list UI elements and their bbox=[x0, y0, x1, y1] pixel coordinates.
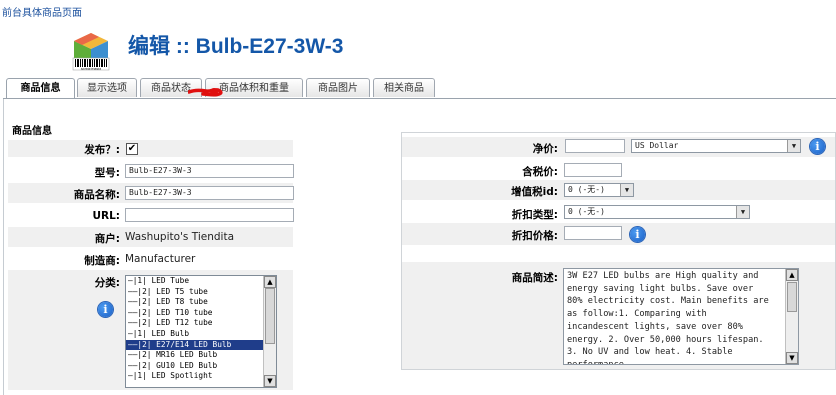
product-name-input[interactable]: Bulb-E27-3W-3 bbox=[125, 186, 294, 200]
category-option-selected[interactable]: ——|2| E27/E14 LED Bulb bbox=[126, 339, 276, 351]
breadcrumb-link[interactable]: 前台具体商品页面 bbox=[2, 4, 82, 19]
tax-id-select[interactable]: 0 (-无-) ▼ bbox=[564, 183, 634, 197]
red-annotation-mark bbox=[187, 86, 224, 97]
page-title: 编辑 :: Bulb-E27-3W-3 bbox=[128, 35, 344, 58]
category-scrollbar[interactable]: ▲ ▼ bbox=[263, 276, 276, 387]
published-checkbox[interactable]: ✔ bbox=[126, 143, 138, 155]
scroll-down-icon[interactable]: ▼ bbox=[786, 352, 798, 364]
scroll-up-icon[interactable]: ▲ bbox=[786, 269, 798, 281]
short-desc-textarea[interactable]: 3W E27 LED bulbs are High quality and en… bbox=[563, 268, 799, 365]
vendor-value: Washupito's Tiendita bbox=[125, 231, 234, 243]
manufacturer-value: Manufacturer bbox=[125, 253, 196, 265]
info-icon[interactable]: i bbox=[810, 139, 825, 154]
currency-value: US Dollar bbox=[635, 141, 679, 150]
url-label: URL: bbox=[92, 210, 120, 222]
category-option[interactable]: ——|2| GU10 LED Bulb bbox=[126, 361, 276, 372]
tax-id-label: 增值税id: bbox=[511, 186, 558, 198]
discount-price-label: 折扣价格: bbox=[511, 230, 558, 242]
category-option[interactable]: ——|2| LED T12 tube bbox=[126, 318, 276, 329]
net-price-input[interactable] bbox=[565, 139, 625, 153]
url-input[interactable] bbox=[125, 208, 294, 222]
tax-id-value: 0 (-无-) bbox=[568, 185, 605, 194]
category-option[interactable]: —|1| LED Bulb bbox=[126, 329, 276, 340]
category-option[interactable]: ——|2| LED T8 tube bbox=[126, 297, 276, 308]
chevron-down-icon[interactable]: ▼ bbox=[620, 184, 633, 196]
category-option[interactable]: ——|2| LED T10 tube bbox=[126, 308, 276, 319]
chevron-down-icon[interactable]: ▼ bbox=[736, 206, 749, 218]
scroll-down-icon[interactable]: ▼ bbox=[264, 375, 276, 387]
product-name-label: 商品名称: bbox=[73, 189, 120, 201]
tab-display-options[interactable]: 显示选项 bbox=[77, 78, 137, 97]
gross-price-input[interactable] bbox=[564, 163, 622, 177]
short-desc-scrollbar[interactable]: ▲ ▼ bbox=[785, 269, 798, 364]
scroll-thumb[interactable] bbox=[265, 288, 275, 344]
model-label: 型号: bbox=[94, 167, 120, 179]
vendor-label: 商户: bbox=[94, 233, 120, 245]
tab-product-images[interactable]: 商品图片 bbox=[306, 78, 370, 97]
manufacturer-label: 制造商: bbox=[84, 255, 120, 267]
scroll-thumb[interactable] bbox=[787, 282, 797, 312]
published-label: 发布？: bbox=[84, 144, 120, 156]
discount-type-select[interactable]: 0 (-无-) ▼ bbox=[564, 205, 750, 219]
short-desc-text: 3W E27 LED bulbs are High quality and en… bbox=[567, 271, 774, 365]
category-option[interactable]: —|1| LED Tube bbox=[126, 276, 276, 287]
model-input[interactable]: Bulb-E27-3W-3 bbox=[125, 164, 294, 178]
discount-type-label: 折扣类型: bbox=[511, 209, 558, 221]
product-box-logo-icon: 6078903798903 bbox=[70, 30, 112, 72]
tab-product-info[interactable]: 商品信息 bbox=[6, 78, 75, 99]
section-title: 商品信息 bbox=[12, 126, 52, 137]
discount-type-value: 0 (-无-) bbox=[568, 207, 605, 216]
category-option[interactable]: —|1| LED Spotlight bbox=[126, 371, 276, 382]
scroll-up-icon[interactable]: ▲ bbox=[264, 276, 276, 288]
tab-related-products[interactable]: 相关商品 bbox=[373, 78, 435, 97]
chevron-down-icon[interactable]: ▼ bbox=[787, 140, 800, 152]
gross-price-label: 含税价: bbox=[522, 166, 558, 178]
svg-text:6078903798903: 6078903798903 bbox=[81, 67, 102, 71]
info-icon[interactable]: i bbox=[630, 227, 645, 242]
short-desc-label: 商品简述: bbox=[511, 272, 558, 284]
currency-select[interactable]: US Dollar ▼ bbox=[631, 139, 801, 153]
info-icon[interactable]: i bbox=[98, 302, 113, 317]
discount-price-input[interactable] bbox=[564, 226, 622, 240]
category-option[interactable]: ——|2| LED T5 tube bbox=[126, 287, 276, 298]
net-price-label: 净价: bbox=[532, 143, 558, 155]
category-listbox[interactable]: —|1| LED Tube ——|2| LED T5 tube ——|2| LE… bbox=[125, 275, 277, 388]
category-label: 分类: bbox=[94, 277, 120, 289]
category-option[interactable]: ——|2| MR16 LED Bulb bbox=[126, 350, 276, 361]
